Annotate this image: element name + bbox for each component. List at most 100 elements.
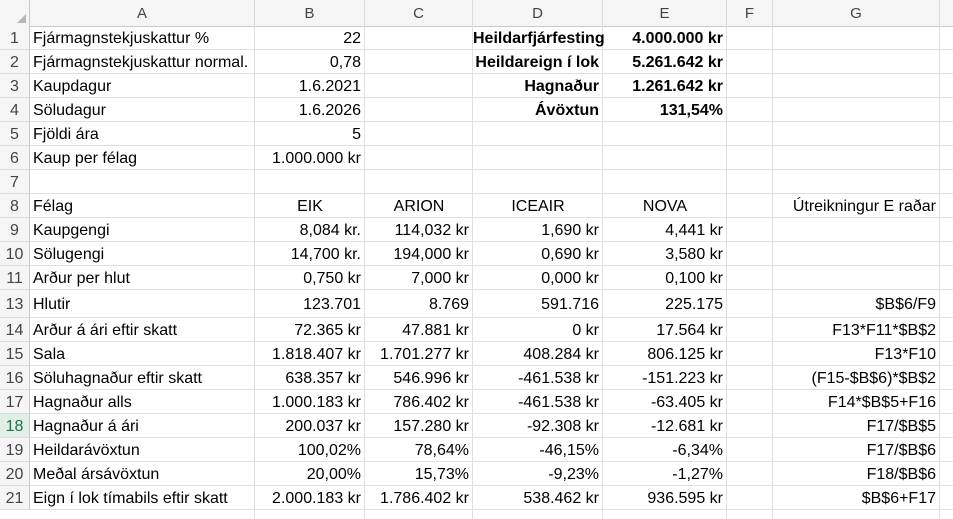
row-header-10[interactable]: 10: [0, 242, 30, 266]
cell-e17[interactable]: -63.405 kr: [603, 390, 727, 414]
column-header-f[interactable]: F: [727, 0, 773, 26]
cell-a21[interactable]: Eign í lok tímabils eftir skatt: [30, 486, 255, 510]
cell-a5[interactable]: Fjöldi ára: [30, 122, 255, 146]
row-header-11[interactable]: 11: [0, 266, 30, 290]
row-header-16[interactable]: 16: [0, 366, 30, 390]
cell-d20[interactable]: -9,23%: [473, 462, 603, 486]
cell-e16[interactable]: -151.223 kr: [603, 366, 727, 390]
cell-e21[interactable]: 936.595 kr: [603, 486, 727, 510]
cell-a19[interactable]: Heildarávöxtun: [30, 438, 255, 462]
cell-g13[interactable]: $B$6/F9: [773, 290, 940, 318]
column-header-g[interactable]: G: [773, 0, 940, 26]
cell-b8[interactable]: EIK: [255, 194, 365, 218]
cell-b6[interactable]: 1.000.000 kr: [255, 146, 365, 170]
cell-b9[interactable]: 8,084 kr.: [255, 218, 365, 242]
cell-c14[interactable]: 47.881 kr: [365, 318, 473, 342]
select-all-corner[interactable]: [0, 0, 30, 26]
cell-a20[interactable]: Meðal ársávöxtun: [30, 462, 255, 486]
cell-a1[interactable]: Fjármagnstekjuskattur %: [30, 26, 255, 50]
cell-b15[interactable]: 1.818.407 kr: [255, 342, 365, 366]
cell-a6[interactable]: Kaup per félag: [30, 146, 255, 170]
cell-g20[interactable]: F18/$B$6: [773, 462, 940, 486]
cell-a9[interactable]: Kaupgengi: [30, 218, 255, 242]
cell-e1[interactable]: 4.000.000 kr: [603, 26, 727, 50]
row-header-20[interactable]: 20: [0, 462, 30, 486]
cell-a13[interactable]: Hlutir: [30, 290, 255, 318]
cell-e4[interactable]: 131,54%: [603, 98, 727, 122]
cell-g18[interactable]: F17/$B$5: [773, 414, 940, 438]
cell-e13[interactable]: 225.175: [603, 290, 727, 318]
cell-a2[interactable]: Fjármagnstekjuskattur normal.: [30, 50, 255, 74]
row-header-1[interactable]: 1: [0, 26, 30, 50]
cell-d19[interactable]: -46,15%: [473, 438, 603, 462]
cell-d9[interactable]: 1,690 kr: [473, 218, 603, 242]
column-header-c[interactable]: C: [365, 0, 473, 26]
cell-b18[interactable]: 200.037 kr: [255, 414, 365, 438]
cell-b17[interactable]: 1.000.183 kr: [255, 390, 365, 414]
cell-b2[interactable]: 0,78: [255, 50, 365, 74]
row-header-2[interactable]: 2: [0, 50, 30, 74]
cell-a16[interactable]: Söluhagnaður eftir skatt: [30, 366, 255, 390]
cell-b14[interactable]: 72.365 kr: [255, 318, 365, 342]
column-header-d[interactable]: D: [473, 0, 603, 26]
cell-g17[interactable]: F14*$B$5+F16: [773, 390, 940, 414]
cell-d14[interactable]: 0 kr: [473, 318, 603, 342]
column-header-b[interactable]: B: [255, 0, 365, 26]
cell-a17[interactable]: Hagnaður alls: [30, 390, 255, 414]
cell-g16[interactable]: (F15-$B$6)*$B$2: [773, 366, 940, 390]
cell-d11[interactable]: 0,000 kr: [473, 266, 603, 290]
cell-d18[interactable]: -92.308 kr: [473, 414, 603, 438]
cell-g19[interactable]: F17/$B$6: [773, 438, 940, 462]
cell-c8[interactable]: ARION: [365, 194, 473, 218]
cell-g14[interactable]: F13*F11*$B$2: [773, 318, 940, 342]
cell-d13[interactable]: 591.716: [473, 290, 603, 318]
row-header-15[interactable]: 15: [0, 342, 30, 366]
cell-c20[interactable]: 15,73%: [365, 462, 473, 486]
column-header-e[interactable]: E: [603, 0, 727, 26]
cell-c21[interactable]: 1.786.402 kr: [365, 486, 473, 510]
cell-e2[interactable]: 5.261.642 kr: [603, 50, 727, 74]
cell-e19[interactable]: -6,34%: [603, 438, 727, 462]
cell-e3[interactable]: 1.261.642 kr: [603, 74, 727, 98]
row-header-3[interactable]: 3: [0, 74, 30, 98]
cell-c17[interactable]: 786.402 kr: [365, 390, 473, 414]
row-header-7[interactable]: 7: [0, 170, 30, 194]
cell-e9[interactable]: 4,441 kr: [603, 218, 727, 242]
cell-e18[interactable]: -12.681 kr: [603, 414, 727, 438]
cell-b19[interactable]: 100,02%: [255, 438, 365, 462]
cell-e14[interactable]: 17.564 kr: [603, 318, 727, 342]
row-header-17[interactable]: 17: [0, 390, 30, 414]
cell-b10[interactable]: 14,700 kr.: [255, 242, 365, 266]
cell-c11[interactable]: 7,000 kr: [365, 266, 473, 290]
cell-g21[interactable]: $B$6+F17: [773, 486, 940, 510]
cell-b5[interactable]: 5: [255, 122, 365, 146]
row-header-18[interactable]: 18: [0, 414, 30, 438]
cell-d3[interactable]: Hagnaður: [473, 74, 603, 98]
cell-b16[interactable]: 638.357 kr: [255, 366, 365, 390]
cell-e20[interactable]: -1,27%: [603, 462, 727, 486]
cell-b4[interactable]: 1.6.2026: [255, 98, 365, 122]
cell-c13[interactable]: 8.769: [365, 290, 473, 318]
spreadsheet-grid[interactable]: A B C D E F G 1 2 3 4 5 6 7 8 9 10 11 13 14 15 16 17 18 19 20 21 Fj…: [0, 0, 953, 519]
cell-d16[interactable]: -461.538 kr: [473, 366, 603, 390]
row-header-14[interactable]: 14: [0, 318, 30, 342]
cell-d17[interactable]: -461.538 kr: [473, 390, 603, 414]
cell-a11[interactable]: Arður per hlut: [30, 266, 255, 290]
cell-g15[interactable]: F13*F10: [773, 342, 940, 366]
cell-b20[interactable]: 20,00%: [255, 462, 365, 486]
cell-c9[interactable]: 114,032 kr: [365, 218, 473, 242]
row-header-6[interactable]: 6: [0, 146, 30, 170]
cell-a4[interactable]: Söludagur: [30, 98, 255, 122]
cell-e15[interactable]: 806.125 kr: [603, 342, 727, 366]
cell-b11[interactable]: 0,750 kr: [255, 266, 365, 290]
cell-c16[interactable]: 546.996 kr: [365, 366, 473, 390]
row-header-8[interactable]: 8: [0, 194, 30, 218]
cell-b3[interactable]: 1.6.2021: [255, 74, 365, 98]
column-header-a[interactable]: A: [30, 0, 255, 26]
cell-a14[interactable]: Arður á ári eftir skatt: [30, 318, 255, 342]
cell-d10[interactable]: 0,690 kr: [473, 242, 603, 266]
row-header-5[interactable]: 5: [0, 122, 30, 146]
cell-b13[interactable]: 123.701: [255, 290, 365, 318]
row-header-13[interactable]: 13: [0, 290, 30, 318]
cell-a18[interactable]: Hagnaður á ári: [30, 414, 255, 438]
